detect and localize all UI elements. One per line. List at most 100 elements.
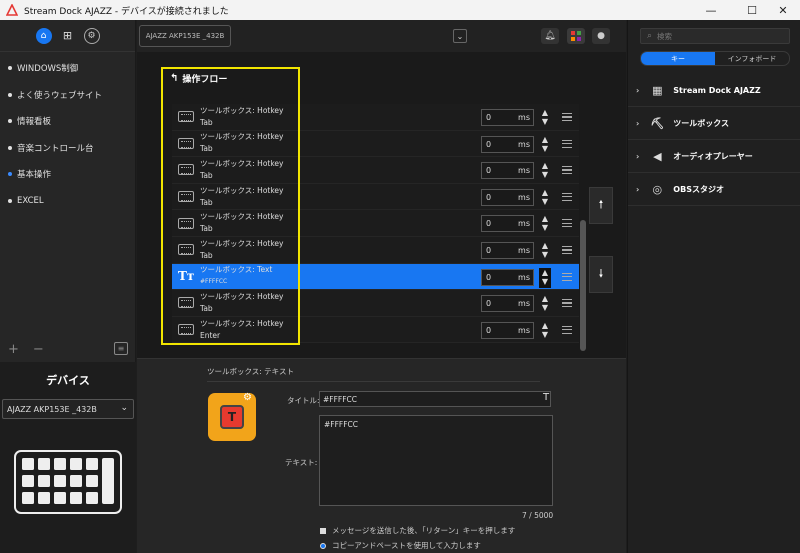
- reorder-stepper[interactable]: ▲ ▼: [539, 188, 551, 208]
- up-triangle-icon[interactable]: ▲: [542, 268, 548, 277]
- delay-input[interactable]: 0 ms: [481, 321, 534, 339]
- drag-handle-icon[interactable]: [562, 245, 572, 254]
- reorder-stepper[interactable]: ▲ ▼: [539, 135, 551, 155]
- reorder-stepper[interactable]: ▲ ▼: [539, 267, 551, 288]
- delay-input[interactable]: 0 ms: [481, 188, 534, 206]
- remove-profile-button[interactable]: −: [33, 342, 44, 357]
- down-triangle-icon[interactable]: ▼: [542, 144, 548, 153]
- flow-row[interactable]: ツールボックス: Hotkey Tab 0 ms ▲ ▼: [172, 210, 579, 237]
- sidebar-item-basic[interactable]: 基本操作: [0, 161, 135, 188]
- delay-input[interactable]: 0 ms: [481, 295, 534, 313]
- delay-input[interactable]: 0 ms: [481, 135, 534, 153]
- down-triangle-icon[interactable]: ▼: [542, 303, 548, 312]
- reorder-stepper[interactable]: ▲ ▼: [539, 241, 551, 261]
- minimize-button[interactable]: —: [694, 0, 728, 20]
- sidebar-item-music[interactable]: 音楽コントロール台: [0, 135, 135, 162]
- sidebar-item-label: 情報看板: [17, 117, 52, 128]
- drag-handle-icon[interactable]: [562, 113, 572, 121]
- category-streamdock[interactable]: › ▦ Stream Dock AJAZZ: [628, 74, 800, 107]
- flow-row[interactable]: ツールボックス: Hotkey Tab 0 ms ▲ ▼: [172, 157, 579, 184]
- add-profile-button[interactable]: +: [8, 342, 19, 357]
- sidebar-item-excel[interactable]: EXCEL: [0, 188, 135, 215]
- flow-row[interactable]: ツールボックス: Hotkey Tab 0 ms ▲ ▼: [172, 183, 579, 211]
- delay-input[interactable]: 0 ms: [481, 268, 534, 286]
- reorder-stepper[interactable]: ▲ ▼: [539, 108, 551, 128]
- up-triangle-icon[interactable]: ▲: [542, 214, 548, 223]
- category-audio[interactable]: › ◀︎ オーディオプレーヤー: [628, 140, 800, 173]
- delay-input[interactable]: 0 ms: [481, 241, 534, 259]
- text-input[interactable]: #FFFFCC: [319, 415, 553, 506]
- up-triangle-icon[interactable]: ▲: [542, 188, 548, 197]
- flow-row[interactable]: ツールボックス: Hotkey Tab 0 ms ▲ ▼: [172, 290, 579, 317]
- category-toolbox[interactable]: › ⛏ ツールボックス: [628, 107, 800, 140]
- chevron-down-icon[interactable]: ⌄: [453, 29, 467, 43]
- down-triangle-icon[interactable]: ▼: [542, 117, 548, 126]
- flow-row[interactable]: ツールボックス: Hotkey Tab 0 ms ▲ ▼: [172, 130, 579, 158]
- tab-infoboard[interactable]: インフォボード: [715, 52, 789, 65]
- up-triangle-icon[interactable]: ▲: [542, 161, 548, 170]
- down-triangle-icon[interactable]: ▼: [542, 170, 548, 179]
- apps-icon[interactable]: [567, 28, 585, 44]
- drag-handle-icon[interactable]: [562, 299, 572, 308]
- profile-settings-icon[interactable]: ≡: [114, 342, 128, 355]
- drag-handle-icon[interactable]: [562, 325, 572, 334]
- sidebar-item-windows[interactable]: WINDOWS制御: [0, 55, 135, 82]
- down-triangle-icon[interactable]: ▼: [542, 223, 548, 232]
- up-triangle-icon[interactable]: ▲: [542, 108, 548, 117]
- search-input[interactable]: ⌕ 検索: [640, 28, 790, 44]
- drag-handle-icon[interactable]: [562, 272, 572, 281]
- option-copy-paste[interactable]: コピーアンドペーストを使用して入力します: [320, 540, 481, 551]
- flow-scrollbar[interactable]: [580, 220, 586, 351]
- move-up-button[interactable]: 🠕: [589, 187, 613, 224]
- flow-row[interactable]: ツールボックス: Hotkey Tab 0 ms ▲ ▼: [172, 104, 579, 131]
- device-tab[interactable]: AJAZZ AKP153E _432B: [139, 25, 231, 47]
- option-press-return[interactable]: メッセージを送信した後、「リターン」キーを押します: [320, 525, 515, 536]
- gear-icon[interactable]: ⚙: [83, 27, 100, 44]
- delay-input[interactable]: 0 ms: [481, 162, 534, 180]
- title-input[interactable]: #FFFFCC: [319, 391, 551, 407]
- bullet-icon: [8, 198, 12, 203]
- properties-panel: ツールボックス: テキスト T ⚙ タイトル: #FFFFCC T テキスト: …: [137, 358, 626, 553]
- flow-row-label: ツールボックス: Hotkey: [200, 185, 284, 195]
- radio-selected-icon[interactable]: [320, 542, 326, 549]
- flow-row-detail: Tab: [200, 117, 213, 127]
- reorder-stepper[interactable]: ▲ ▼: [539, 161, 551, 181]
- delay-input[interactable]: 0 ms: [481, 109, 534, 126]
- drag-handle-icon[interactable]: [562, 219, 572, 228]
- down-triangle-icon[interactable]: ▼: [542, 277, 548, 286]
- store-icon[interactable]: ⊞: [60, 28, 76, 44]
- flow-row-selected[interactable]: Tт ツールボックス: Text #FFFFCC 0 ms ▲ ▼: [172, 263, 579, 291]
- up-triangle-icon[interactable]: ▲: [542, 241, 548, 250]
- home-icon[interactable]: ⌂: [35, 27, 52, 44]
- delay-input[interactable]: 0 ms: [481, 215, 534, 233]
- up-triangle-icon[interactable]: ▲: [542, 135, 548, 144]
- bell-icon[interactable]: 🔔︎: [541, 28, 559, 44]
- up-triangle-icon[interactable]: ▲: [542, 294, 548, 303]
- drag-handle-icon[interactable]: [562, 166, 572, 175]
- reorder-stepper[interactable]: ▲ ▼: [539, 294, 551, 314]
- sidebar-item-websites[interactable]: よく使うウェブサイト: [0, 82, 135, 109]
- user-icon[interactable]: ●: [592, 28, 610, 44]
- drag-handle-icon[interactable]: [562, 139, 572, 148]
- drag-handle-icon[interactable]: [562, 192, 572, 201]
- flow-row[interactable]: ツールボックス: Hotkey Enter 0 ms ▲ ▼: [172, 316, 579, 344]
- sidebar-item-infoboard[interactable]: 情報看板: [0, 108, 135, 135]
- maximize-button[interactable]: ☐: [735, 0, 769, 20]
- move-down-button[interactable]: 🠗: [589, 256, 613, 293]
- up-triangle-icon[interactable]: ▲: [542, 321, 548, 330]
- down-triangle-icon[interactable]: ▼: [542, 197, 548, 206]
- reorder-stepper[interactable]: ▲ ▼: [539, 321, 551, 341]
- reorder-stepper[interactable]: ▲ ▼: [539, 214, 551, 234]
- close-button[interactable]: ✕: [766, 0, 800, 20]
- flow-row[interactable]: ツールボックス: Hotkey Tab 0 ms ▲ ▼: [172, 236, 579, 264]
- down-triangle-icon[interactable]: ▼: [542, 330, 548, 339]
- down-triangle-icon[interactable]: ▼: [542, 250, 548, 259]
- device-select[interactable]: AJAZZ AKP153E _432B ⌄: [2, 399, 134, 419]
- tab-keys[interactable]: キー: [641, 52, 715, 65]
- flow-row-label: ツールボックス: Hotkey: [200, 318, 284, 328]
- checkbox-icon[interactable]: [320, 527, 326, 534]
- title-format-icon[interactable]: T: [543, 392, 549, 403]
- category-obs[interactable]: › ◎ OBSスタジオ: [628, 173, 800, 206]
- flow-header[interactable]: ↰ 操作フロー: [170, 72, 227, 85]
- key-settings-icon[interactable]: ⚙: [243, 392, 252, 403]
